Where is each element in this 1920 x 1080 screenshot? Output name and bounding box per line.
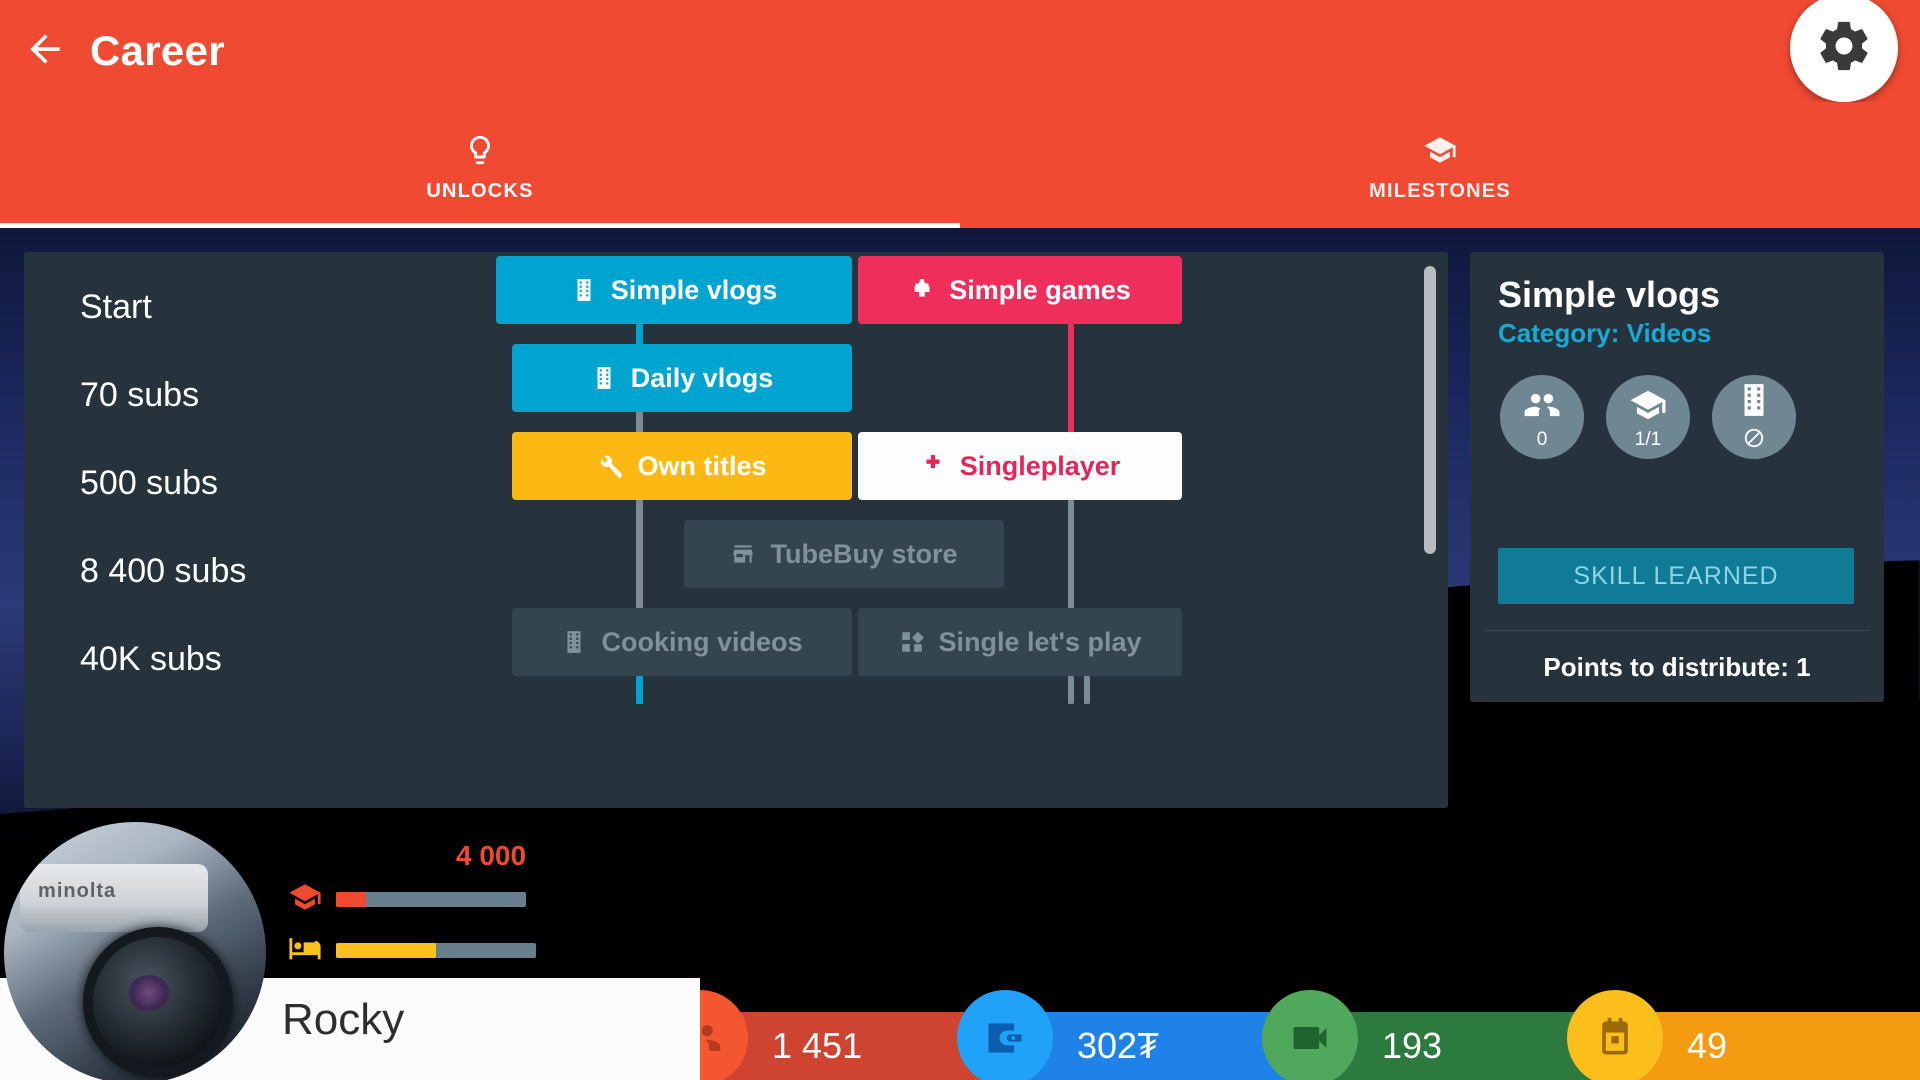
skill-node-label: Singleplayer xyxy=(959,450,1121,481)
stat-money-value: 302₮ xyxy=(1077,1025,1160,1066)
skill-node-simple-vlogs[interactable]: Simple vlogs xyxy=(496,256,852,324)
avatar-camera-lens xyxy=(82,926,233,1077)
tier-label-70: 70 subs xyxy=(80,376,200,414)
badge-subscribers-value: 0 xyxy=(1536,428,1548,450)
film-strip-icon xyxy=(591,365,617,391)
player-name: Rocky xyxy=(282,995,405,1044)
points-to-distribute: Points to distribute: 1 xyxy=(1543,652,1811,682)
film-strip-icon xyxy=(1735,381,1773,424)
badge-skill-level: 1/1 xyxy=(1606,375,1690,459)
xp-bar-track xyxy=(336,892,526,907)
skill-node-simple-games[interactable]: Simple games xyxy=(858,256,1182,324)
video-camera-icon xyxy=(1262,990,1358,1080)
skill-node-own-titles[interactable]: Own titles xyxy=(512,432,852,500)
skill-node-label: Single let's play xyxy=(938,626,1142,657)
scrollbar-thumb[interactable] xyxy=(1424,266,1436,554)
page-title: Career xyxy=(90,27,225,74)
badge-video-blocked xyxy=(1712,375,1796,459)
back-button[interactable] xyxy=(0,0,90,102)
gear-icon xyxy=(1815,17,1873,80)
career-screen: Career UNLOCKS MILESTONES Start 70 subs … xyxy=(0,0,1920,1080)
wrench-icon xyxy=(597,453,623,479)
lightbulb-icon xyxy=(463,133,497,172)
stats-bar: 1 451 302₮ 193 49 xyxy=(652,990,1920,1080)
film-strip-icon xyxy=(561,629,587,655)
graduation-cap-icon xyxy=(1629,386,1667,429)
skill-info-category: Category: Videos xyxy=(1498,318,1712,348)
tier-label-start: Start xyxy=(80,288,152,326)
people-icon xyxy=(1523,386,1561,429)
arrow-left-icon xyxy=(23,27,67,76)
gamepad-icon xyxy=(920,453,946,479)
skill-badges: 0 1/1 xyxy=(1500,375,1884,459)
app-bar: Career xyxy=(0,0,1920,107)
tab-milestones[interactable]: MILESTONES xyxy=(960,102,1920,228)
skill-node-single-lets-play[interactable]: Single let's play xyxy=(858,608,1182,676)
stat-days[interactable]: 49 xyxy=(1567,990,1920,1080)
tab-milestones-label: MILESTONES xyxy=(1369,180,1511,202)
blocks-icon xyxy=(899,629,925,655)
player-bars: 4 000 xyxy=(288,840,588,982)
avatar-camera-brand: minolta xyxy=(38,879,117,902)
skill-node-label: Simple vlogs xyxy=(610,274,778,305)
graduation-cap-icon xyxy=(1423,133,1457,172)
tab-bar: UNLOCKS MILESTONES xyxy=(0,102,1920,228)
skill-node-label: Own titles xyxy=(637,450,767,481)
tab-unlocks[interactable]: UNLOCKS xyxy=(0,102,960,228)
skill-info-panel: Simple vlogs Category: Videos 0 1/1 SKIL… xyxy=(1470,252,1884,702)
energy-bar-row xyxy=(288,931,588,970)
tab-unlocks-label: UNLOCKS xyxy=(426,180,534,202)
badge-subscribers: 0 xyxy=(1500,375,1584,459)
bed-icon xyxy=(288,931,322,970)
tier-label-40k: 40K subs xyxy=(80,640,222,678)
active-tab-indicator xyxy=(0,223,960,228)
skill-info-title: Simple vlogs xyxy=(1498,274,1721,315)
skill-node-label: Cooking videos xyxy=(601,626,803,657)
connector-cooking-down xyxy=(636,676,643,704)
graduation-cap-icon xyxy=(288,880,322,919)
xp-bar-fill xyxy=(336,892,367,907)
skill-node-cooking-videos[interactable]: Cooking videos xyxy=(512,608,852,676)
connector-letsplay-down-2 xyxy=(1084,676,1090,704)
skill-tree-panel: Start 70 subs 500 subs 8 400 subs 40K su… xyxy=(24,252,1448,808)
tier-label-500: 500 subs xyxy=(80,464,218,502)
blocked-icon xyxy=(1743,425,1765,454)
gamepad-icon xyxy=(909,277,935,303)
skill-tree-scrollbar[interactable] xyxy=(1424,266,1436,794)
xp-value: 4 000 xyxy=(456,840,527,871)
badge-skill-level-value: 1/1 xyxy=(1634,428,1662,450)
stat-videos-value: 193 xyxy=(1382,1025,1443,1066)
skill-node-daily-vlogs[interactable]: Daily vlogs xyxy=(512,344,852,412)
film-strip-icon xyxy=(571,277,597,303)
calendar-icon xyxy=(1567,990,1663,1080)
skill-node-singleplayer[interactable]: Singleplayer xyxy=(858,432,1182,500)
skill-node-label: Daily vlogs xyxy=(630,362,774,393)
store-icon xyxy=(730,541,756,567)
skill-learned-button[interactable]: SKILL LEARNED xyxy=(1498,548,1854,604)
energy-bar-track xyxy=(336,943,536,958)
stat-days-value: 49 xyxy=(1687,1025,1728,1066)
avatar[interactable]: minolta xyxy=(4,822,266,1080)
xp-bar-row xyxy=(288,880,588,919)
skill-node-label: TubeBuy store xyxy=(770,538,958,569)
panel-divider xyxy=(1484,630,1870,631)
skill-node-label: Simple games xyxy=(949,274,1131,305)
skill-node-tubebuy-store[interactable]: TubeBuy store xyxy=(684,520,1004,588)
wallet-icon xyxy=(957,990,1053,1080)
connector-letsplay-down xyxy=(1068,676,1074,704)
tier-label-8400: 8 400 subs xyxy=(80,552,247,590)
settings-button[interactable] xyxy=(1790,0,1898,102)
stat-subscribers-value: 1 451 xyxy=(772,1025,863,1066)
energy-bar-fill xyxy=(336,943,436,958)
